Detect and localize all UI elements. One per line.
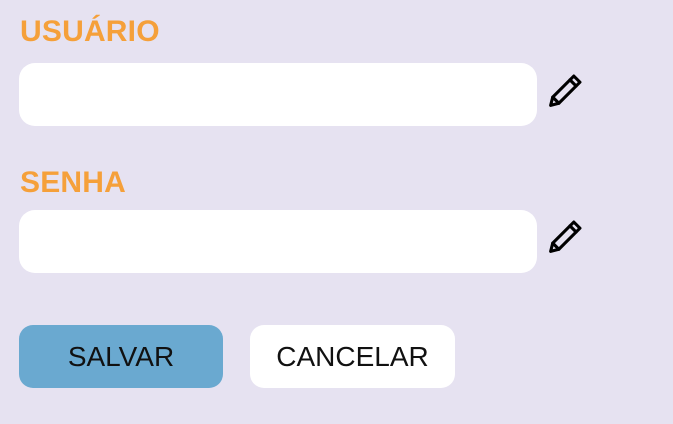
pencil-icon[interactable] — [542, 214, 588, 260]
username-label: USUÁRIO — [20, 15, 160, 48]
cancel-button[interactable]: CANCELAR — [250, 325, 455, 388]
save-button[interactable]: SALVAR — [19, 325, 223, 388]
username-input[interactable] — [19, 63, 537, 126]
password-input[interactable] — [19, 210, 537, 273]
password-label: SENHA — [20, 166, 127, 199]
pencil-icon[interactable] — [542, 68, 588, 114]
